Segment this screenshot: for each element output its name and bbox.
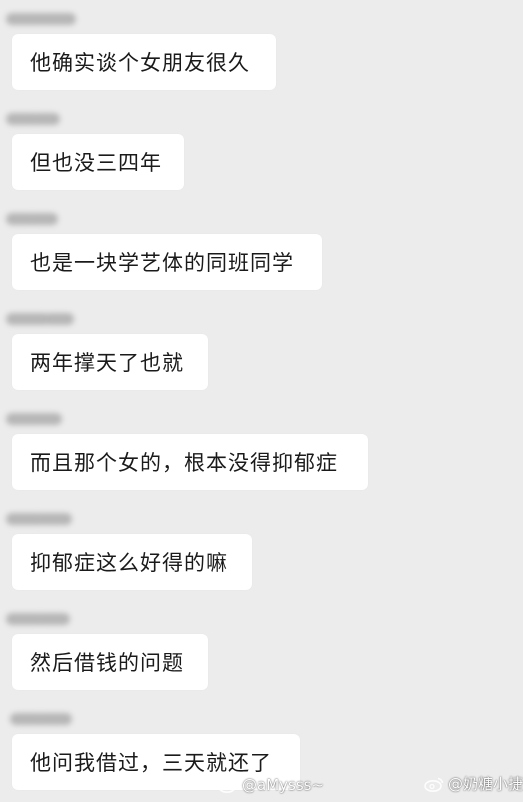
- chat-message: 也是一块学艺体的同班同学: [0, 202, 523, 302]
- chat-message: 但也没三四年: [0, 102, 523, 202]
- watermark-handle: @奶糖小捷: [448, 775, 523, 793]
- message-bubble[interactable]: 抑郁症这么好得的嘛: [12, 534, 252, 590]
- message-text: 而且那个女的，根本没得抑郁症: [30, 451, 338, 475]
- chat-message: 而且那个女的，根本没得抑郁症: [0, 402, 523, 502]
- message-text: 他问我借过，三天就还了: [30, 751, 272, 775]
- message-text: 也是一块学艺体的同班同学: [30, 251, 294, 275]
- chat-message: 抑郁症这么好得的嘛: [0, 502, 523, 602]
- message-bubble[interactable]: 而且那个女的，根本没得抑郁症: [12, 434, 368, 490]
- message-text: 但也没三四年: [30, 151, 162, 175]
- message-text: 两年撑天了也就: [30, 351, 184, 375]
- weibo-icon: [218, 777, 238, 793]
- message-text: 然后借钱的问题: [30, 651, 184, 675]
- message-bubble[interactable]: 然后借钱的问题: [12, 634, 208, 690]
- weibo-icon: [424, 776, 444, 792]
- message-bubble[interactable]: 也是一块学艺体的同班同学: [12, 234, 322, 290]
- message-text: 他确实谈个女朋友很久: [30, 51, 250, 75]
- chat-message: 他确实谈个女朋友很久: [0, 2, 523, 102]
- watermark-handle: @aMysss~: [242, 776, 325, 794]
- message-bubble[interactable]: 两年撑天了也就: [12, 334, 208, 390]
- watermark-left: @aMysss~: [218, 776, 324, 794]
- chat-message: 然后借钱的问题: [0, 602, 523, 702]
- message-bubble[interactable]: 但也没三四年: [12, 134, 184, 190]
- message-bubble[interactable]: 他确实谈个女朋友很久: [12, 34, 276, 90]
- watermark-right: @奶糖小捷: [424, 773, 523, 794]
- message-text: 抑郁症这么好得的嘛: [30, 551, 228, 575]
- chat-message: 两年撑天了也就: [0, 302, 523, 402]
- chat-transcript: 他确实谈个女朋友很久 但也没三四年 也是一块学艺体的同班同学 两年撑天了也就 而: [0, 0, 523, 800]
